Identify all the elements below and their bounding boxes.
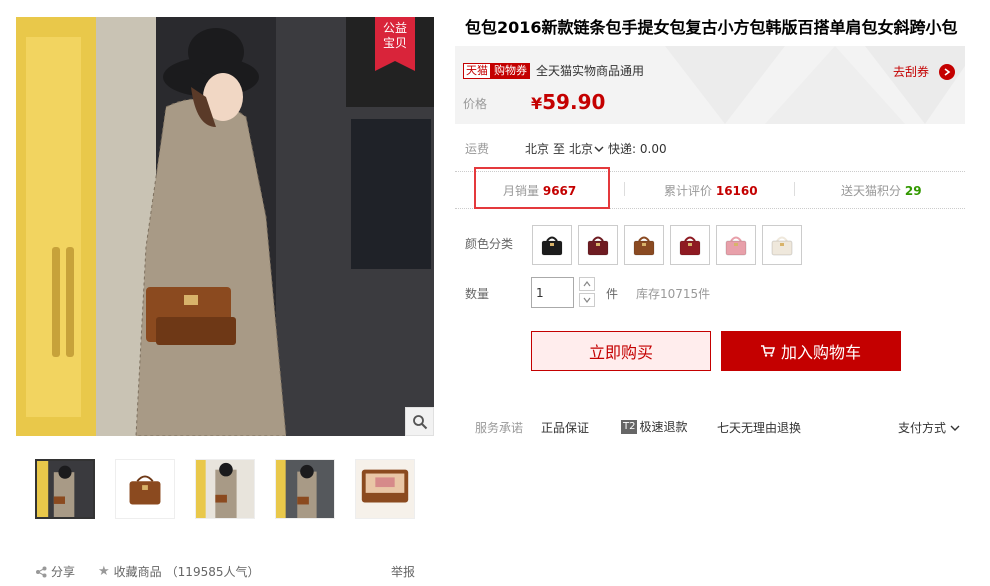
product-title: 包包2016新款链条包手提女包复古小方包韩版百搭单肩包女斜跨小包 <box>465 18 958 37</box>
thumbnail-3[interactable] <box>195 459 255 519</box>
thumbnail-1[interactable] <box>35 459 95 519</box>
bag-icon <box>679 236 701 256</box>
cart-icon <box>760 345 775 357</box>
ship-method: 快递: 0.00 <box>608 142 667 156</box>
ship-to-word: 至 <box>553 142 566 156</box>
price-panel: 天猫 购物券 全天猫实物商品通用 去刮券 价格 ¥59.90 <box>455 46 965 124</box>
quantity-label: 数量 <box>465 287 490 301</box>
service-seven-day-return[interactable]: 七天无理由退换 <box>717 419 801 436</box>
background-pattern <box>665 46 965 124</box>
coupon-text: 全天猫实物商品通用 <box>536 64 645 78</box>
grab-coupon-label: 去刮券 <box>892 65 929 79</box>
bag-icon <box>771 236 793 256</box>
swatch-brown[interactable] <box>624 225 664 265</box>
magnifier-icon <box>412 414 427 429</box>
caret-up-icon <box>583 281 591 287</box>
service-label: 服务承诺 <box>475 421 524 435</box>
points-value: 29 <box>904 184 922 198</box>
thumbnail-strip <box>35 459 415 519</box>
bag-icon <box>725 236 747 256</box>
quantity-unit: 件 <box>606 287 619 301</box>
favorite-label: 收藏商品 <box>113 565 162 579</box>
payment-methods-dropdown[interactable]: 支付方式 <box>898 419 960 436</box>
quantity-input[interactable] <box>531 277 574 308</box>
shipping-row: 运费 北京 至 北京 快递: 0.00 <box>465 140 667 157</box>
t2-badge: T2 <box>621 419 638 434</box>
thumbnail-2[interactable] <box>115 459 175 519</box>
swatch-red[interactable] <box>670 225 710 265</box>
coupon-row: 天猫 购物券 全天猫实物商品通用 <box>463 62 644 79</box>
buy-now-button[interactable]: 立即购买 <box>531 331 711 371</box>
main-product-image[interactable] <box>16 17 434 436</box>
price-amount: 59.90 <box>542 90 606 114</box>
arrow-right-circle-icon <box>939 63 955 80</box>
share-icon <box>36 566 47 577</box>
ship-from: 北京 <box>525 142 550 156</box>
grab-coupon-link[interactable]: 去刮券 <box>893 63 955 80</box>
thumbnail-5[interactable] <box>355 459 415 519</box>
bag-icon <box>587 236 609 256</box>
share-link[interactable]: 分享 <box>35 563 75 580</box>
stat-divider <box>624 182 625 196</box>
report-link[interactable]: 举报 <box>391 563 415 580</box>
chevron-down-icon <box>594 146 604 152</box>
swatch-beige[interactable] <box>762 225 802 265</box>
zoom-button[interactable] <box>405 407 434 436</box>
tmall-points: 送天猫积分 29 <box>841 182 922 199</box>
service-fast-refund[interactable]: T2 极速退款 <box>621 418 688 435</box>
chevron-down-icon <box>950 425 960 431</box>
stat-divider <box>794 182 795 196</box>
charity-badge: 公益 宝贝 <box>375 17 415 71</box>
shipping-label: 运费 <box>465 142 490 156</box>
price-value: ¥59.90 <box>531 90 605 114</box>
swatch-black[interactable] <box>532 225 572 265</box>
highlight-annotation <box>474 167 610 209</box>
color-swatches <box>532 225 802 265</box>
quantity-decrease-button[interactable] <box>579 293 595 307</box>
add-to-cart-button[interactable]: 加入购物车 <box>721 331 901 371</box>
bag-icon <box>541 236 563 256</box>
service-authentic[interactable]: 正品保证 <box>541 419 589 436</box>
caret-down-icon <box>583 297 591 303</box>
reviews-label: 累计评价 <box>664 184 713 198</box>
total-reviews[interactable]: 累计评价 16160 <box>664 182 758 199</box>
share-label: 分享 <box>51 565 76 579</box>
reviews-value: 16160 <box>715 184 758 198</box>
price-label: 价格 <box>463 97 488 111</box>
swatch-pink[interactable] <box>716 225 756 265</box>
tmall-tag: 天猫 <box>463 62 491 79</box>
swatch-wine[interactable] <box>578 225 618 265</box>
ship-to-value: 北京 <box>569 142 594 156</box>
points-label: 送天猫积分 <box>841 184 902 198</box>
coupon-tag: 购物券 <box>491 62 530 79</box>
star-icon: ★ <box>98 564 110 579</box>
favorite-count: （119585人气） <box>165 565 260 579</box>
add-to-cart-label: 加入购物车 <box>780 343 861 362</box>
quantity-increase-button[interactable] <box>579 277 595 291</box>
color-label: 颜色分类 <box>465 237 514 251</box>
stock-count: 库存10715件 <box>636 287 711 301</box>
fast-refund-label: 极速退款 <box>639 420 688 434</box>
thumbnail-4[interactable] <box>275 459 335 519</box>
favorite-link[interactable]: ★ 收藏商品 （119585人气） <box>98 563 259 580</box>
payment-label: 支付方式 <box>898 421 947 435</box>
ship-to-select[interactable]: 北京 <box>569 140 604 157</box>
currency-symbol: ¥ <box>531 94 543 113</box>
bag-icon <box>633 236 655 256</box>
